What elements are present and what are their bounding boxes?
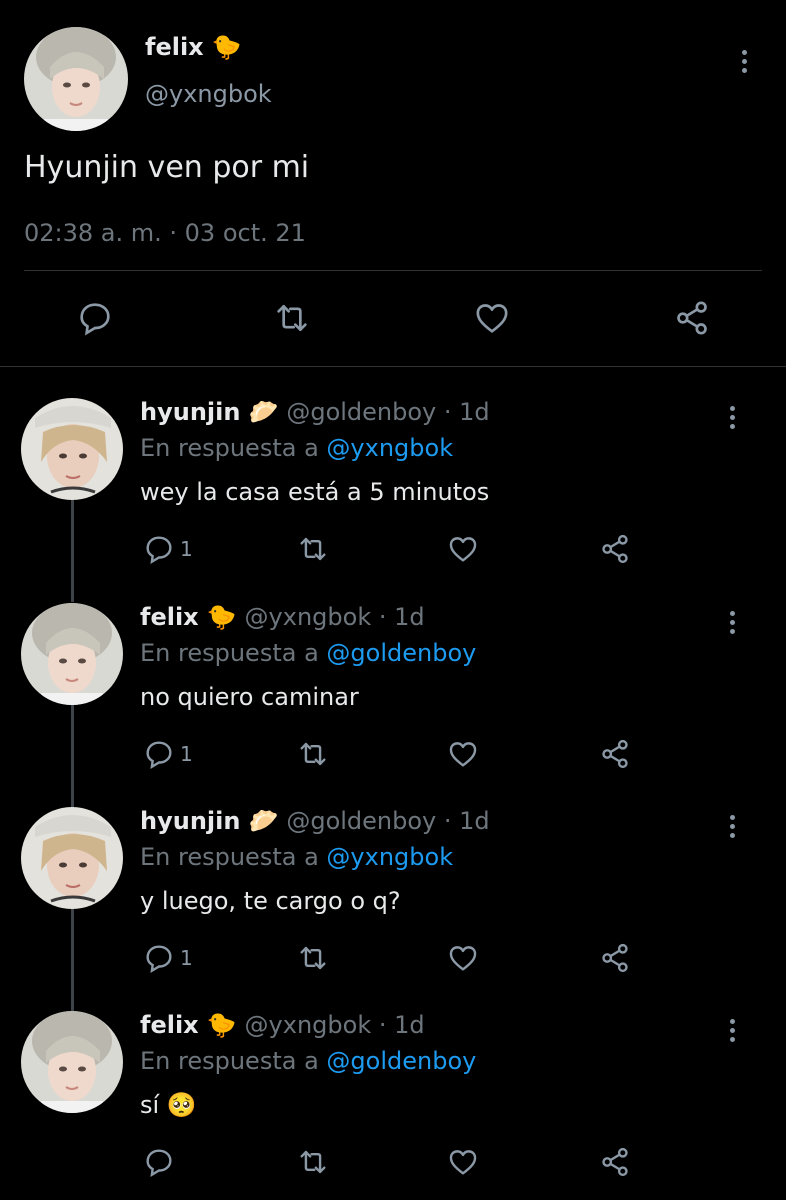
reply-icon[interactable]: 1	[142, 532, 193, 566]
reply-tweet[interactable]: felix 🐤 @yxngbok · 1d En respuesta a @go…	[0, 603, 786, 808]
reply-icon[interactable]	[75, 298, 115, 338]
retweet-icon[interactable]	[296, 941, 330, 975]
section-divider	[0, 366, 786, 367]
in-reply-to: En respuesta a @yxngbok	[140, 843, 453, 871]
reply-text-content: sí	[140, 1091, 160, 1119]
reply-count: 1	[180, 537, 193, 561]
tweet-timestamp: 02:38 a. m. · 03 oct. 21	[24, 219, 306, 247]
in-reply-to: En respuesta a @goldenboy	[140, 639, 476, 667]
share-icon[interactable]	[672, 298, 712, 338]
dumpling-emoji: 🥟	[248, 398, 279, 426]
share-icon[interactable]	[598, 737, 632, 771]
reply-author-name[interactable]: felix	[140, 1011, 199, 1039]
reply-tweet[interactable]: hyunjin 🥟 @goldenboy · 1d En respuesta a…	[0, 398, 786, 603]
avatar-felix[interactable]	[24, 27, 128, 131]
reply-author-handle[interactable]: @yxngbok · 1d	[245, 1011, 425, 1039]
like-icon[interactable]	[446, 941, 480, 975]
reply-icon[interactable]	[142, 1145, 180, 1179]
reply-tweet[interactable]: hyunjin 🥟 @goldenboy · 1d En respuesta a…	[0, 807, 786, 1012]
reply-count: 1	[180, 946, 193, 970]
avatar-felix[interactable]	[21, 1011, 123, 1113]
reply-text: y luego, te cargo o q?	[140, 887, 401, 915]
reply-author-handle[interactable]: @goldenboy · 1d	[286, 807, 489, 835]
tweet-text: Hyunjin ven por mi	[24, 150, 310, 185]
more-icon[interactable]	[722, 402, 742, 432]
reply-author-name[interactable]: hyunjin	[140, 398, 240, 426]
reply-header: hyunjin 🥟 @goldenboy · 1d	[140, 398, 490, 426]
reply-text: sí 🥺	[140, 1091, 197, 1119]
reply-author-name[interactable]: hyunjin	[140, 807, 240, 835]
retweet-icon[interactable]	[296, 737, 330, 771]
reply-text: no quiero caminar	[140, 683, 359, 711]
in-reply-handle-link[interactable]: @yxngbok	[326, 434, 453, 462]
dumpling-emoji: 🥟	[248, 807, 279, 835]
reply-tweet[interactable]: felix 🐤 @yxngbok · 1d En respuesta a @go…	[0, 1011, 786, 1200]
author-handle[interactable]: @yxngbok	[145, 80, 272, 108]
avatar-felix[interactable]	[21, 603, 123, 705]
retweet-icon[interactable]	[296, 1145, 330, 1179]
avatar-hyunjin[interactable]	[21, 807, 123, 909]
pleading-emoji: 🥺	[166, 1091, 197, 1119]
share-icon[interactable]	[598, 1145, 632, 1179]
more-icon[interactable]	[734, 46, 754, 76]
reply-header: felix 🐤 @yxngbok · 1d	[140, 603, 425, 631]
in-reply-to: En respuesta a @goldenboy	[140, 1047, 476, 1075]
like-icon[interactable]	[446, 1145, 480, 1179]
reply-author-name[interactable]: felix	[140, 603, 199, 631]
in-reply-label: En respuesta a	[140, 1047, 319, 1075]
more-icon[interactable]	[722, 607, 742, 637]
like-icon[interactable]	[446, 532, 480, 566]
in-reply-handle-link[interactable]: @goldenboy	[326, 1047, 476, 1075]
in-reply-handle-link[interactable]: @yxngbok	[326, 843, 453, 871]
tweet-actions	[0, 296, 786, 346]
divider	[24, 270, 762, 271]
reply-icon[interactable]: 1	[142, 941, 193, 975]
like-icon[interactable]	[446, 737, 480, 771]
share-icon[interactable]	[598, 941, 632, 975]
share-icon[interactable]	[598, 532, 632, 566]
author-name[interactable]: felix 🐤	[145, 33, 242, 61]
in-reply-to: En respuesta a @yxngbok	[140, 434, 453, 462]
reply-header: hyunjin 🥟 @goldenboy · 1d	[140, 807, 490, 835]
reply-header: felix 🐤 @yxngbok · 1d	[140, 1011, 425, 1039]
reply-icon[interactable]: 1	[142, 737, 193, 771]
chick-emoji: 🐤	[206, 603, 237, 631]
reply-author-handle[interactable]: @goldenboy · 1d	[286, 398, 489, 426]
reply-author-handle[interactable]: @yxngbok · 1d	[245, 603, 425, 631]
author-name-text: felix	[145, 33, 204, 61]
reply-text: wey la casa está a 5 minutos	[140, 478, 490, 506]
in-reply-label: En respuesta a	[140, 434, 319, 462]
reply-count: 1	[180, 742, 193, 766]
more-icon[interactable]	[722, 1015, 742, 1045]
chick-emoji: 🐤	[211, 33, 242, 61]
in-reply-label: En respuesta a	[140, 843, 319, 871]
in-reply-label: En respuesta a	[140, 639, 319, 667]
retweet-icon[interactable]	[296, 532, 330, 566]
like-icon[interactable]	[472, 298, 512, 338]
in-reply-handle-link[interactable]: @goldenboy	[326, 639, 476, 667]
tweet-thread-page: felix 🐤 @yxngbok Hyunjin ven por mi 02:3…	[0, 0, 786, 1200]
chick-emoji: 🐤	[206, 1011, 237, 1039]
more-icon[interactable]	[722, 811, 742, 841]
avatar-hyunjin[interactable]	[21, 398, 123, 500]
retweet-icon[interactable]	[272, 298, 312, 338]
